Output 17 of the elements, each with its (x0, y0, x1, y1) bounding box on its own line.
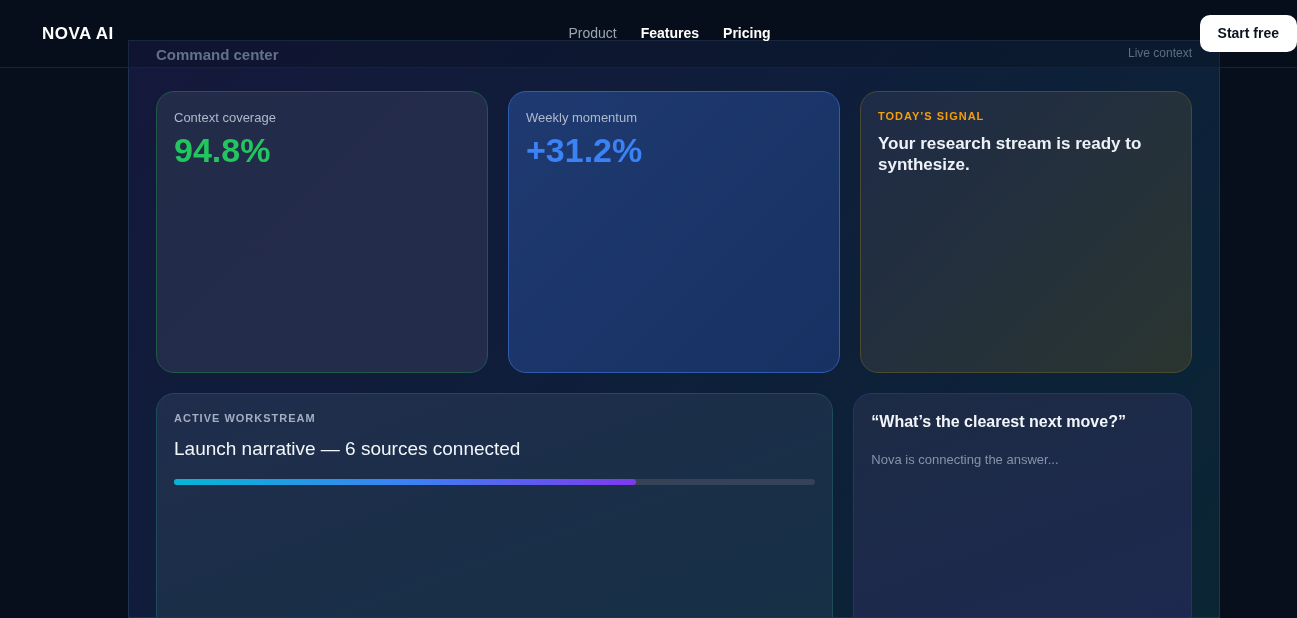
workstream-title: Launch narrative — 6 sources connected (174, 436, 522, 461)
eyebrow-label: ACTIVE WORKSTREAM (174, 411, 317, 426)
metric-value: 94.8% (174, 131, 272, 169)
nav-link[interactable]: Pricing (723, 23, 771, 44)
live-context-label: Live context (1127, 45, 1192, 62)
start-free-button[interactable]: Start free (1199, 15, 1297, 52)
panel-title: Command center (156, 45, 279, 65)
logo: NOVA AI (42, 22, 115, 45)
metric-value: +31.2% (526, 131, 644, 169)
metric-label: Weekly momentum (526, 109, 638, 127)
status-text: Nova is connecting the answer... (871, 451, 1060, 469)
nav-link[interactable]: Product (568, 23, 617, 44)
eyebrow-label: TODAY’S SIGNAL (878, 109, 986, 124)
question-text: “What’s the clearest next move?” (871, 412, 1127, 432)
nav-link[interactable]: Features (640, 23, 700, 44)
signal-text: Your research stream is ready to synthesize. (878, 132, 1143, 175)
metric-label: Context coverage (174, 109, 277, 127)
